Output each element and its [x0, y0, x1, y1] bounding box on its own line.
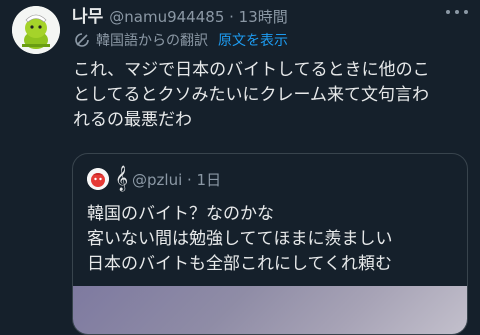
quote-avatar[interactable] [87, 168, 109, 190]
quote-handle-and-time[interactable]: @pzlui · 1日 [132, 169, 221, 190]
tweet-text-line: これ、マジで日本のバイトしてるときに他のこ [73, 60, 430, 80]
quote-text-line: 日本のバイトも全部これにしてくれ頼む [87, 254, 392, 274]
tweet-header: 나무 @namu944485 · 13時間 [72, 2, 440, 27]
quote-media-image[interactable] [73, 286, 467, 334]
display-name[interactable]: 나무 [72, 2, 103, 27]
quote-text-line: 客いない間は勉強しててほまに羨ましい [87, 229, 393, 249]
tweet-text-line: としてるとクソみたいにクレーム来て文句言わ [73, 85, 429, 105]
quote-tweet-card[interactable]: 𝄞 @pzlui · 1日 韓国のバイト？なのかな 客いない間は勉強しててほまに… [72, 153, 468, 335]
quote-text: 韓国のバイト？なのかな 客いない間は勉強しててほまに羨ましい 日本のバイトも全部… [87, 202, 457, 277]
tweet-text: これ、マジで日本のバイトしてるときに他のこ としてるとクソみたいにクレーム来て文… [73, 58, 473, 133]
quote-text-line: 韓国のバイト？なのかな [87, 204, 274, 224]
translate-icon [75, 33, 89, 47]
handle-and-time[interactable]: @namu944485 · 13時間 [109, 6, 287, 27]
tweet-text-line: れるの最悪だわ [73, 110, 192, 130]
translated-from-label: 韓国語からの翻訳 [96, 33, 208, 49]
more-horizontal-icon[interactable] [446, 4, 468, 20]
user-avatar[interactable] [12, 6, 60, 54]
quote-header: 𝄞 @pzlui · 1日 [87, 168, 221, 190]
treble-clef-icon: 𝄞 [115, 166, 129, 191]
show-original-link[interactable]: 原文を表示 [218, 30, 288, 50]
translation-bar: 韓国語からの翻訳 原文を表示 [74, 30, 288, 50]
